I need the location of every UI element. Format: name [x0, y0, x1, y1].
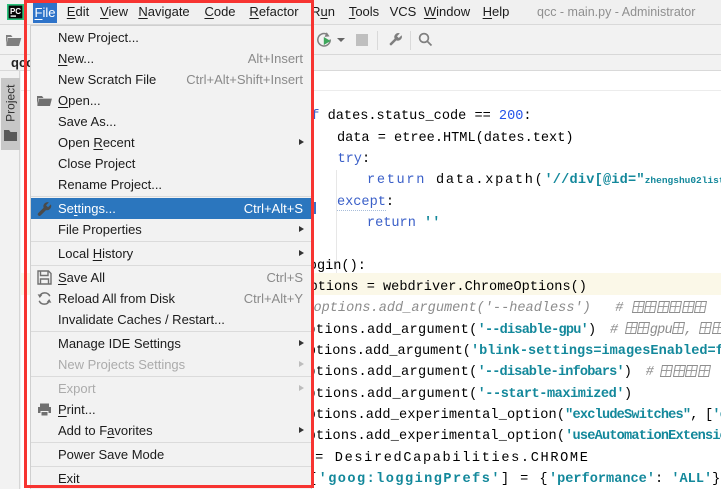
svg-text:PC: PC [10, 7, 21, 16]
